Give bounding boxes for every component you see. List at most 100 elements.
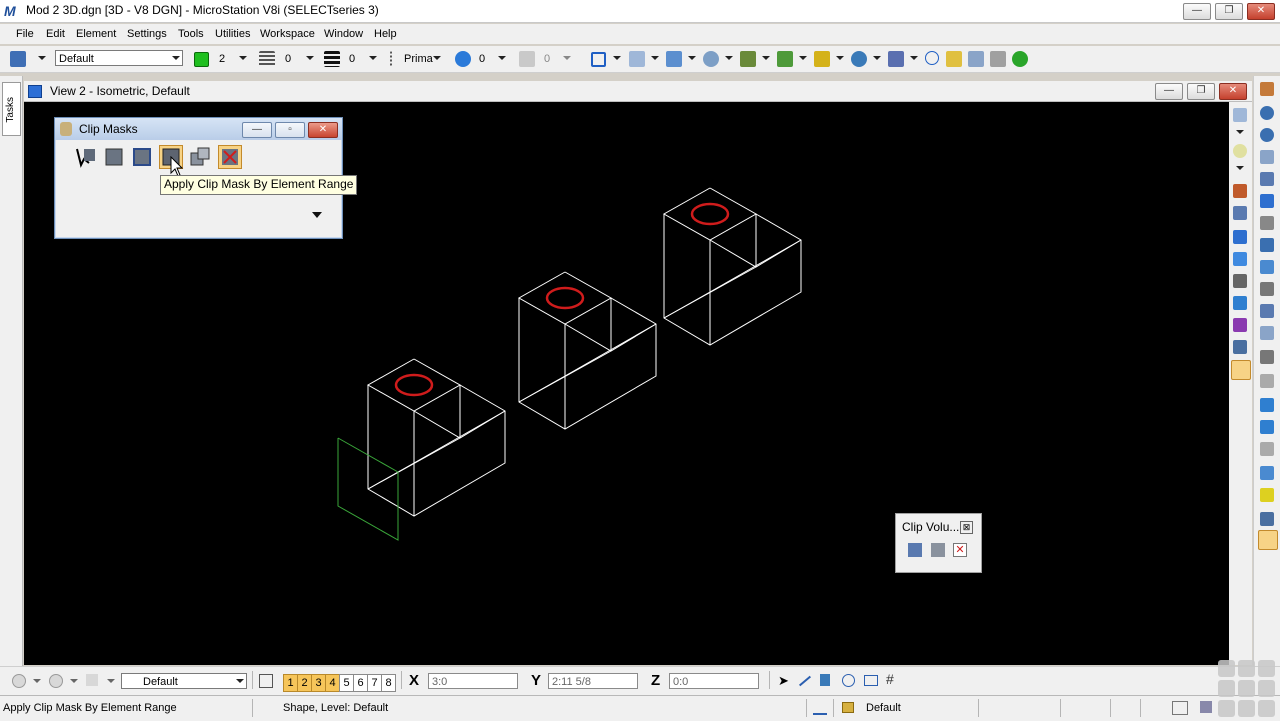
clip-volume-apply-icon[interactable] (908, 543, 922, 557)
update-view-icon[interactable] (1260, 82, 1274, 96)
snaps-icon[interactable] (851, 51, 867, 67)
clip-volume-icon[interactable] (1233, 340, 1247, 354)
line-icon[interactable] (798, 675, 812, 687)
raster-manager-icon[interactable] (703, 51, 719, 67)
levels-display-icon[interactable] (814, 51, 830, 67)
light-icon[interactable] (1260, 488, 1274, 502)
menu-utilities[interactable]: Utilities (215, 28, 250, 40)
chevron-down-icon[interactable] (799, 56, 807, 60)
save-view-icon[interactable] (1260, 398, 1274, 412)
chevron-down-icon[interactable] (70, 679, 78, 683)
menu-edit[interactable]: Edit (46, 28, 65, 40)
level-manager-icon[interactable] (10, 51, 26, 67)
rectangle-icon[interactable] (864, 675, 878, 686)
models-icon[interactable] (629, 51, 645, 67)
y-coordinate-field[interactable]: 2:11 5/8 (548, 673, 638, 689)
dialog-minimize-button[interactable]: — (242, 122, 272, 138)
info-icon[interactable] (925, 51, 939, 65)
chevron-down-icon[interactable] (688, 56, 696, 60)
references-icon[interactable] (666, 51, 682, 67)
rotate-view-icon[interactable] (1260, 194, 1274, 208)
view-toggle-5[interactable]: 5 (339, 674, 354, 692)
chevron-down-icon[interactable] (762, 56, 770, 60)
grid-icon[interactable]: # (886, 671, 894, 687)
menu-help[interactable]: Help (374, 28, 397, 40)
view-toggle-3[interactable]: 3 (311, 674, 326, 692)
chevron-down-icon[interactable] (306, 56, 314, 60)
chevron-down-icon[interactable] (498, 56, 506, 60)
chevron-down-icon[interactable] (433, 56, 441, 60)
view-settings-icon[interactable] (1233, 252, 1247, 266)
paint-icon[interactable] (1233, 184, 1247, 198)
help-icon[interactable] (1012, 51, 1028, 67)
clip-volume-close-button[interactable]: ⊠ (960, 521, 973, 534)
fit-view-icon[interactable] (1260, 172, 1274, 186)
accudraw-icon[interactable] (888, 51, 904, 67)
snap-mode-icon[interactable] (813, 701, 827, 715)
lock-icon[interactable] (842, 702, 854, 713)
clip-mask-icon[interactable] (1231, 360, 1251, 380)
chevron-down-icon[interactable] (651, 56, 659, 60)
pointer-icon[interactable]: ➤ (778, 673, 789, 689)
view-groups-icon[interactable] (259, 674, 273, 688)
clip-volume-icon[interactable] (1260, 512, 1274, 526)
camera-icon[interactable] (1260, 326, 1274, 340)
standard-views-icon[interactable] (1260, 442, 1274, 456)
chevron-down-icon[interactable] (38, 56, 46, 60)
chevron-down-icon[interactable] (836, 56, 844, 60)
chevron-down-icon[interactable] (563, 56, 571, 60)
restore-button[interactable]: ❐ (1215, 3, 1243, 20)
place-icon[interactable] (820, 674, 830, 686)
circle-icon[interactable] (842, 674, 855, 687)
pan-view-icon[interactable] (1260, 216, 1274, 230)
fit-view-icon[interactable] (1233, 206, 1247, 220)
view-toggle-2[interactable]: 2 (297, 674, 312, 692)
clip-volume-clear-icon[interactable]: ✕ (953, 543, 967, 557)
z-coordinate-field[interactable]: 0:0 (669, 673, 759, 689)
view-toggle-8[interactable]: 8 (381, 674, 396, 692)
chevron-down-icon[interactable] (369, 56, 377, 60)
view-attributes-icon[interactable] (591, 52, 606, 67)
menu-settings[interactable]: Settings (127, 28, 167, 40)
priority-icon[interactable] (519, 51, 535, 67)
menu-tools[interactable]: Tools (178, 28, 204, 40)
display-styles-icon[interactable] (777, 51, 793, 67)
chevron-down-icon[interactable] (613, 56, 621, 60)
transparency-icon[interactable] (455, 51, 471, 67)
view-close-button[interactable]: ✕ (1219, 83, 1247, 100)
display-set-icon[interactable] (1260, 420, 1274, 434)
selection-icon[interactable] (946, 51, 962, 67)
copy-view-icon[interactable] (1260, 304, 1274, 318)
view-toggle-7[interactable]: 7 (367, 674, 382, 692)
view-icon[interactable] (28, 85, 42, 98)
chevron-down-icon[interactable] (725, 56, 733, 60)
menu-element[interactable]: Element (76, 28, 116, 40)
expand-chevron-icon[interactable] (312, 212, 322, 218)
clip-mask-by-shape-icon[interactable] (130, 145, 154, 169)
view-minimize-button[interactable]: — (1155, 83, 1183, 100)
menu-window[interactable]: Window (324, 28, 363, 40)
chevron-down-icon[interactable] (1236, 130, 1244, 134)
view-toggle-1[interactable]: 1 (283, 674, 298, 692)
render-icon[interactable] (740, 51, 756, 67)
clip-volume-copy-icon[interactable] (931, 543, 945, 557)
active-level-combo[interactable]: Default (55, 50, 183, 66)
tool-settings-icon[interactable] (990, 51, 1006, 67)
microstation-app-icon[interactable]: M (4, 3, 18, 19)
close-button[interactable]: ✕ (1247, 3, 1275, 20)
forward-icon[interactable] (49, 674, 63, 688)
zoom-in-icon[interactable] (1260, 106, 1274, 120)
dialog-close-button[interactable]: ✕ (308, 122, 338, 138)
menu-workspace[interactable]: Workspace (260, 28, 315, 40)
rotate-view-icon[interactable] (1233, 230, 1247, 244)
clip-masks-header[interactable]: Clip Masks — ▫ ✕ (55, 118, 342, 140)
menu-file[interactable]: File (16, 28, 34, 40)
clip-mask-copy-icon[interactable] (188, 145, 212, 169)
clip-mask-by-fence-icon[interactable] (74, 145, 98, 169)
class-icon[interactable] (390, 51, 402, 67)
model-icon[interactable] (86, 674, 98, 686)
window-area-icon[interactable] (1260, 150, 1274, 164)
clip-mask-icon[interactable] (1258, 530, 1278, 550)
lighting-icon[interactable] (1233, 144, 1247, 158)
back-icon[interactable] (12, 674, 26, 688)
